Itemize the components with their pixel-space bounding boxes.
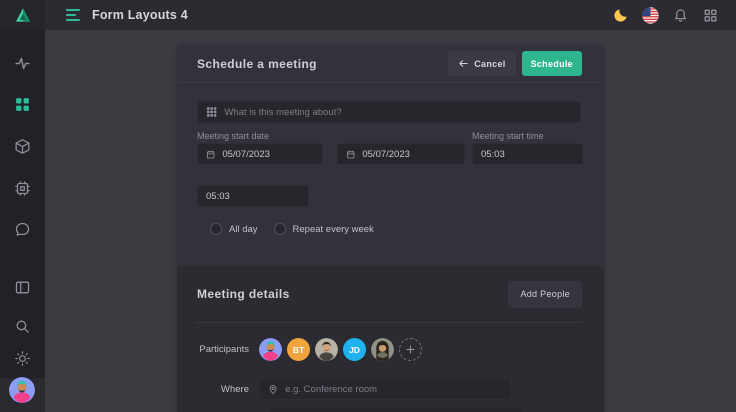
start-time-label: Meeting start time xyxy=(472,131,544,141)
meeting-about-input[interactable] xyxy=(224,107,572,118)
sidebar-item-layout-icon[interactable] xyxy=(14,279,31,296)
schedule-card-title: Schedule a meeting xyxy=(197,57,317,71)
keypad-icon xyxy=(206,106,217,118)
where-label: Where xyxy=(197,384,259,395)
add-people-label: Add People xyxy=(520,289,570,299)
language-flag-icon[interactable] xyxy=(642,7,659,24)
user-avatar[interactable] xyxy=(9,377,35,403)
app-logo[interactable] xyxy=(0,0,45,30)
divider xyxy=(197,322,583,323)
checkbox-circle-icon xyxy=(210,223,222,235)
sidebar-nav xyxy=(0,30,45,412)
add-participant-button[interactable] xyxy=(399,338,422,361)
start-time-field-2[interactable] xyxy=(197,185,309,207)
checkbox-circle-icon xyxy=(274,223,286,235)
participant-avatar-bt[interactable]: BT xyxy=(287,338,310,361)
participants-label: Participants xyxy=(197,344,259,355)
participants-row: Participants BT xyxy=(197,338,584,361)
repeat-weekly-label: Repeat every week xyxy=(293,224,374,235)
meeting-details-section: Meeting details Add People Participants xyxy=(177,266,604,412)
schedule-section: Schedule a meeting Cancel Schedule xyxy=(177,45,604,266)
where-field[interactable] xyxy=(259,378,511,400)
theme-moon-icon[interactable] xyxy=(612,7,629,24)
calendar-icon xyxy=(206,149,215,160)
start-time-field-1[interactable] xyxy=(472,143,583,165)
where-row: Where xyxy=(197,378,584,400)
schedule-card-header: Schedule a meeting Cancel Schedule xyxy=(177,45,604,83)
sidebar-item-cpu-icon[interactable] xyxy=(14,180,31,197)
main-content: Schedule a meeting Cancel Schedule xyxy=(45,30,736,412)
sidebar-item-search-icon[interactable] xyxy=(14,318,31,335)
start-time-input-2[interactable] xyxy=(206,191,300,202)
location-pin-icon xyxy=(268,384,278,395)
start-date-field-2[interactable] xyxy=(337,143,465,165)
sidebar-item-settings-gear-icon[interactable] xyxy=(14,350,31,367)
options-row: All day Repeat every week xyxy=(210,223,374,235)
start-date-label: Meeting start date xyxy=(197,131,269,141)
avatar-initials: JD xyxy=(349,345,360,355)
start-date-field-1[interactable] xyxy=(197,143,323,165)
notifications-bell-icon[interactable] xyxy=(672,7,689,24)
all-day-label: All day xyxy=(229,224,258,235)
schedule-meeting-card: Schedule a meeting Cancel Schedule xyxy=(177,45,604,412)
participant-avatar-photo-man[interactable] xyxy=(315,338,338,361)
next-field-partial[interactable] xyxy=(269,408,521,412)
cancel-button[interactable]: Cancel xyxy=(448,51,515,76)
page-title: Form Layouts 4 xyxy=(92,8,188,22)
sidebar-item-cube-icon[interactable] xyxy=(14,138,31,155)
avatar-initials: BT xyxy=(293,345,304,355)
apps-grid-icon[interactable] xyxy=(702,7,719,24)
participant-avatar-jd[interactable]: JD xyxy=(343,338,366,361)
all-day-checkbox[interactable]: All day xyxy=(210,223,258,235)
details-header: Meeting details Add People xyxy=(177,266,604,322)
where-input[interactable] xyxy=(285,384,502,395)
top-header-bar: Form Layouts 4 xyxy=(0,0,736,30)
schedule-button[interactable]: Schedule xyxy=(522,51,582,76)
sidebar-item-activity-icon[interactable] xyxy=(14,55,31,72)
schedule-button-label: Schedule xyxy=(531,59,573,69)
details-title: Meeting details xyxy=(197,287,290,301)
repeat-weekly-checkbox[interactable]: Repeat every week xyxy=(274,223,374,235)
add-people-button[interactable]: Add People xyxy=(508,281,582,308)
triangle-logo-icon xyxy=(13,5,33,25)
header-actions xyxy=(612,7,736,24)
sidebar-item-grid-icon-active[interactable] xyxy=(14,96,31,113)
start-date-input-2[interactable] xyxy=(362,149,456,160)
app-window: Form Layouts 4 xyxy=(0,0,736,412)
sidebar-item-chat-icon[interactable] xyxy=(14,221,31,238)
arrow-left-icon xyxy=(458,58,469,69)
participants-avatars: BT JD xyxy=(259,338,422,361)
cancel-button-label: Cancel xyxy=(474,59,505,69)
plus-icon xyxy=(405,344,416,355)
meeting-about-field[interactable] xyxy=(197,101,581,123)
menu-icon[interactable] xyxy=(66,9,80,21)
participant-avatar-illustration[interactable] xyxy=(259,338,282,361)
start-time-input-1[interactable] xyxy=(481,149,574,160)
participant-avatar-photo-woman[interactable] xyxy=(371,338,394,361)
start-date-input-1[interactable] xyxy=(222,149,314,160)
calendar-icon xyxy=(346,149,355,160)
